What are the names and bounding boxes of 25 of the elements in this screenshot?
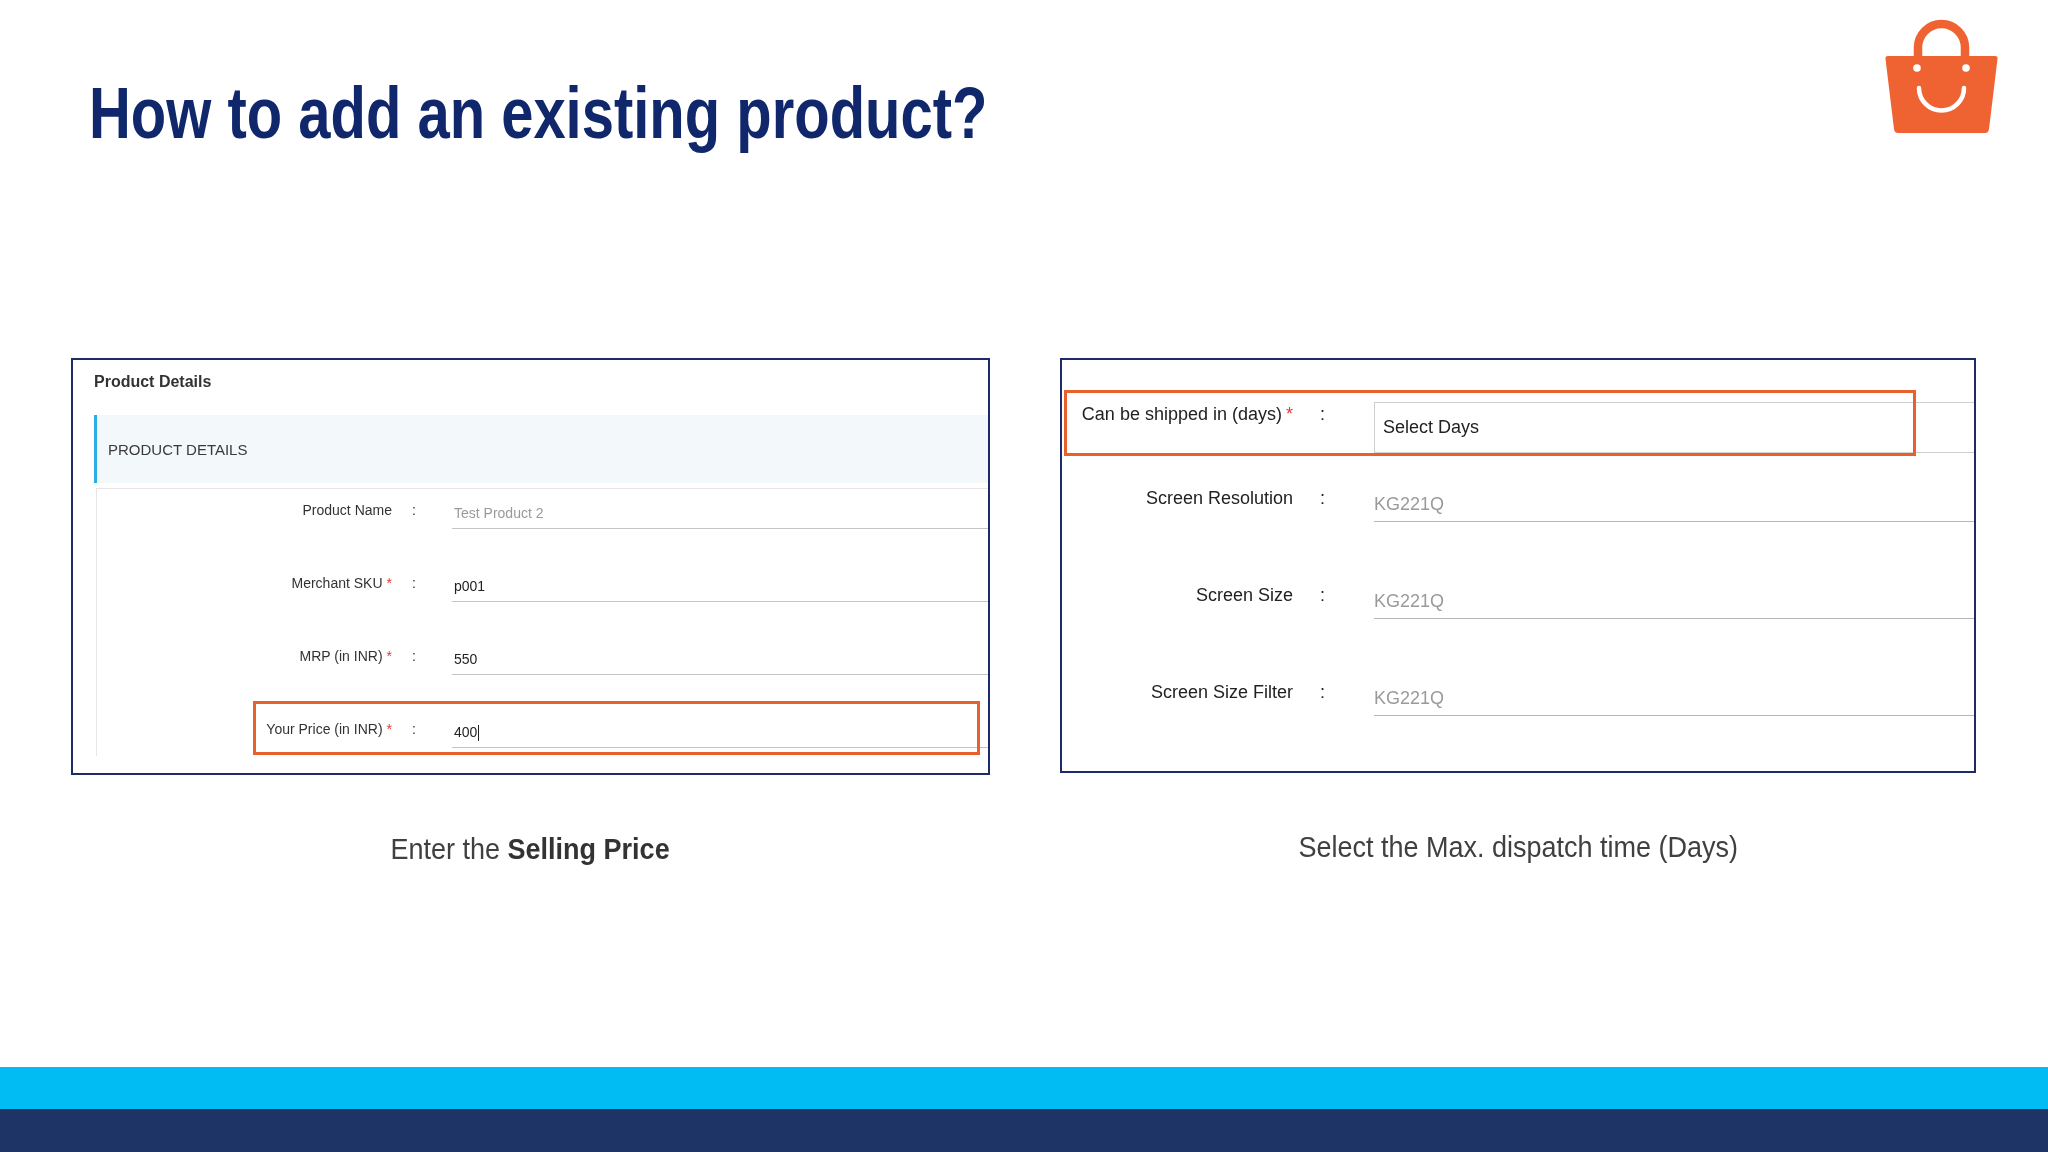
colon-separator: : bbox=[1319, 488, 1326, 509]
slide-caption: Select the Max. dispatch time (Days) bbox=[1298, 829, 1738, 865]
input-field[interactable]: 550 bbox=[452, 645, 988, 675]
panel-heading: Product Details bbox=[93, 372, 213, 392]
field-label: Can be shipped in (days) * bbox=[1080, 404, 1293, 425]
colon-separator: : bbox=[411, 502, 417, 519]
field-label: Screen Size bbox=[1194, 585, 1293, 606]
field-label: MRP (in INR) * bbox=[298, 648, 392, 665]
colon-separator: : bbox=[1319, 682, 1326, 703]
shopping-bag-icon bbox=[1885, 18, 1998, 133]
slide-caption: Enter the Selling Price bbox=[390, 831, 671, 867]
field-label: Your Price (in INR) * bbox=[265, 721, 392, 738]
colon-separator: : bbox=[411, 575, 417, 592]
field-label: Product Name bbox=[301, 502, 392, 519]
colon-separator: : bbox=[1319, 585, 1326, 606]
colon-separator: : bbox=[411, 721, 417, 738]
input-field[interactable]: 400 bbox=[452, 718, 988, 748]
colon-separator: : bbox=[1319, 404, 1326, 425]
colon-separator: : bbox=[411, 648, 417, 665]
field-label: Screen Resolution bbox=[1144, 488, 1293, 509]
field-label: Screen Size Filter bbox=[1149, 682, 1293, 703]
field-label: Merchant SKU * bbox=[290, 575, 392, 592]
select-field[interactable]: Select Days bbox=[1374, 402, 1974, 453]
input-field[interactable]: p001 bbox=[452, 572, 988, 602]
section-header: PRODUCT DETAILS bbox=[94, 415, 988, 483]
